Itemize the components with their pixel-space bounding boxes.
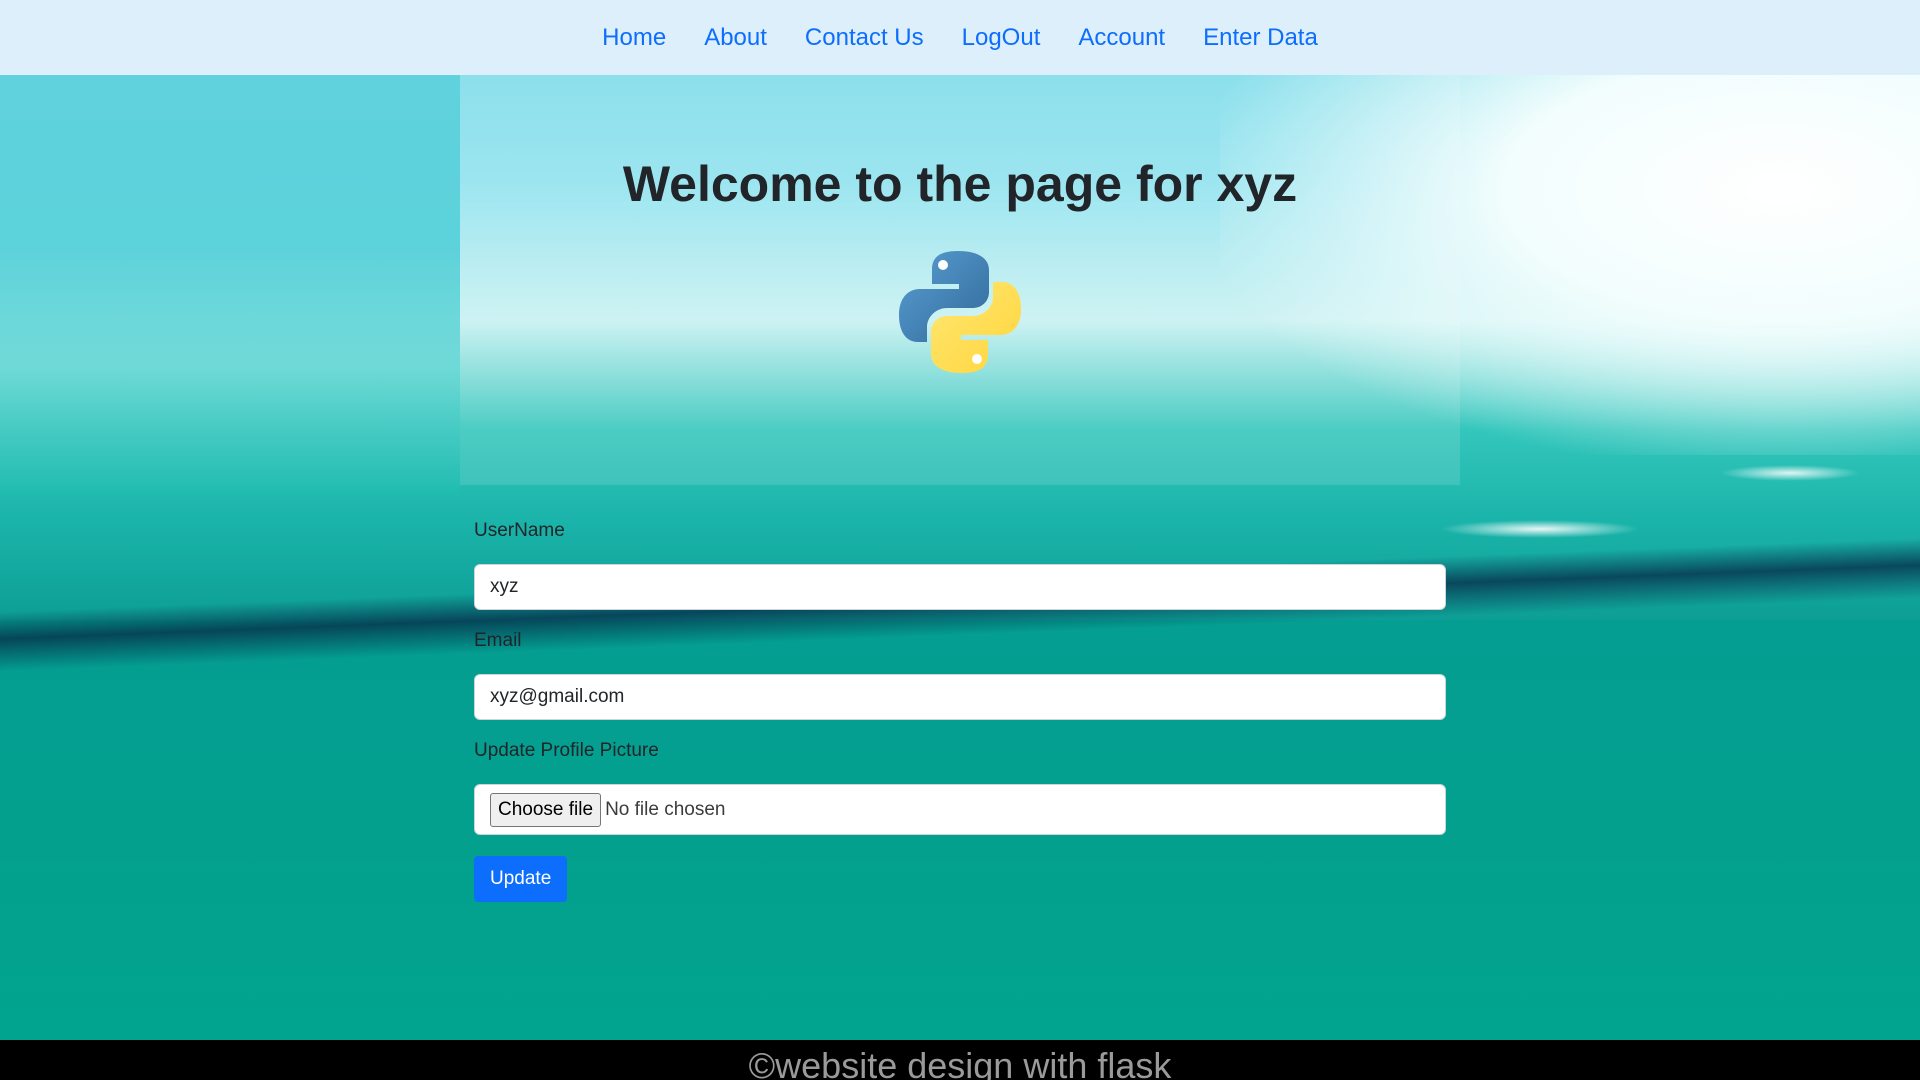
profile-picture-file-input[interactable]: Choose file No file chosen bbox=[474, 784, 1446, 835]
profile-form: UserName Email Update Profile Picture Ch… bbox=[474, 520, 1446, 902]
python-logo-icon bbox=[899, 251, 1021, 373]
nav-link-about[interactable]: About bbox=[704, 24, 767, 52]
nav-link-enter-data[interactable]: Enter Data bbox=[1203, 24, 1318, 52]
footer: ©website design with flask bbox=[0, 1040, 1920, 1080]
nav-link-contact-us[interactable]: Contact Us bbox=[805, 24, 924, 52]
nav-link-logout[interactable]: LogOut bbox=[962, 24, 1041, 52]
background-foam bbox=[1720, 465, 1860, 481]
footer-text: ©website design with flask bbox=[748, 1045, 1172, 1080]
background-foam bbox=[1440, 520, 1640, 538]
username-label: UserName bbox=[474, 520, 565, 541]
background-sky-left bbox=[0, 75, 460, 495]
top-navbar: Home About Contact Us LogOut Account Ent… bbox=[0, 0, 1920, 75]
email-label: Email bbox=[474, 630, 522, 651]
nav-link-home[interactable]: Home bbox=[602, 24, 666, 52]
email-input[interactable] bbox=[474, 674, 1446, 720]
update-button[interactable]: Update bbox=[474, 856, 568, 902]
page-title: Welcome to the page for xyz bbox=[622, 156, 1298, 212]
nav-link-account[interactable]: Account bbox=[1078, 24, 1165, 52]
file-status-text: No file chosen bbox=[605, 798, 726, 820]
username-input[interactable] bbox=[474, 564, 1446, 610]
choose-file-button[interactable]: Choose file bbox=[490, 792, 602, 827]
hero-section: Welcome to the page for xyz bbox=[460, 75, 1460, 485]
profile-picture-label: Update Profile Picture bbox=[474, 740, 659, 761]
